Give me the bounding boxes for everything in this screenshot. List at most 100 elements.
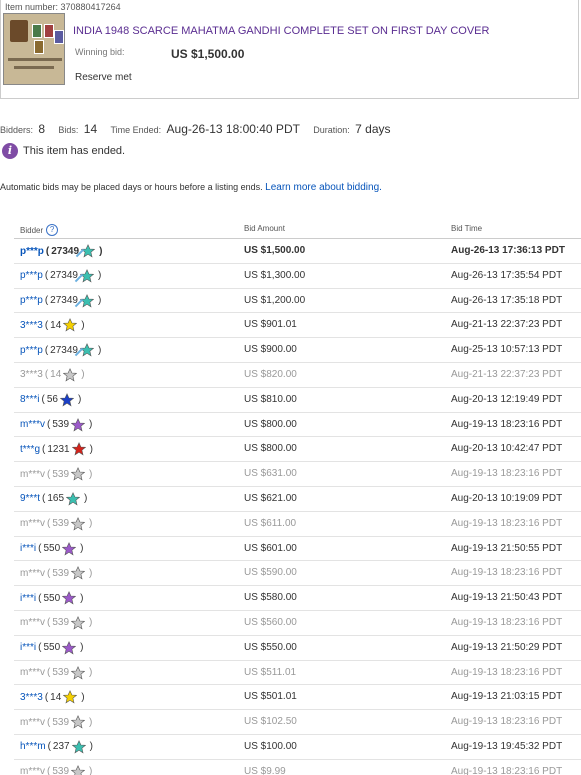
feedback-score[interactable]: 550	[43, 543, 60, 554]
feedback-score[interactable]: 539	[52, 568, 69, 579]
bid-amount: US $102.50	[244, 716, 297, 728]
feedback-score[interactable]: 539	[52, 766, 69, 775]
bidder-name[interactable]: i***i	[20, 543, 36, 554]
bidder-name[interactable]: m***v	[20, 568, 45, 579]
feedback-score[interactable]: 539	[52, 518, 69, 529]
table-row: 3***3(14) US $501.01 Aug-19-13 21:03:15 PD…	[14, 685, 581, 711]
feedback-score[interactable]: 539	[52, 667, 69, 678]
item-ended-notice: i This item has ended.	[2, 143, 125, 159]
star-icon[interactable]	[62, 541, 77, 556]
feedback-score[interactable]: 539	[52, 469, 69, 480]
automatic-bids-note: Automatic bids may be placed days or hou…	[0, 182, 382, 193]
feedback-score[interactable]: 237	[53, 741, 70, 752]
bidder-name[interactable]: i***i	[20, 642, 36, 653]
shooting-star-icon[interactable]	[75, 244, 96, 258]
feedback-score[interactable]: 27349	[50, 270, 78, 281]
feedback-score[interactable]: 165	[47, 493, 64, 504]
shooting-star-icon[interactable]	[74, 343, 94, 357]
star-icon[interactable]	[63, 368, 78, 382]
bidder-name[interactable]: m***v	[20, 617, 45, 628]
star-icon[interactable]	[62, 640, 77, 655]
bidder-name[interactable]: 8***i	[20, 394, 39, 405]
star-icon[interactable]	[71, 566, 86, 580]
star-icon[interactable]	[71, 616, 86, 630]
table-row: i***i(550) US $550.00 Aug-19-13 21:50:29 P…	[14, 636, 581, 661]
item-title-link[interactable]: INDIA 1948 SCARCE MAHATMA GANDHI COMPLET…	[73, 25, 489, 37]
bid-time: Aug-19-13 18:23:16 PDT	[451, 716, 563, 728]
bidder-name[interactable]: m***v	[20, 469, 45, 480]
bidder-cell: m***v(539)	[20, 516, 93, 531]
bid-amount: US $611.00	[244, 517, 297, 529]
bid-amount: US $501.01	[244, 691, 297, 703]
feedback-score[interactable]: 550	[43, 642, 60, 653]
bid-amount: US $560.00	[244, 616, 297, 628]
bidder-name[interactable]: 3***3	[20, 692, 43, 703]
feedback-score[interactable]: 14	[50, 692, 61, 703]
bid-amount: US $900.00	[244, 344, 297, 356]
star-icon[interactable]	[71, 665, 86, 680]
feedback-score[interactable]: 56	[47, 394, 58, 405]
bidder-cell: p***p(27349)	[20, 343, 102, 357]
star-icon[interactable]	[66, 492, 81, 506]
star-icon[interactable]	[71, 715, 86, 729]
bid-amount: US $810.00	[244, 393, 297, 405]
bidder-name[interactable]: p***p	[20, 345, 43, 356]
time-ended-label: Time Ended:	[110, 125, 162, 135]
feedback-score[interactable]: 14	[50, 320, 61, 331]
star-icon[interactable]	[71, 467, 86, 481]
star-icon[interactable]	[71, 740, 86, 754]
bidder-name[interactable]: p***p	[20, 295, 43, 306]
feedback-score[interactable]: 27349	[50, 295, 78, 306]
item-thumbnail[interactable]	[3, 13, 65, 85]
bidder-name[interactable]: p***p	[20, 246, 44, 257]
bid-time: Aug-20-13 12:19:49 PDT	[451, 393, 563, 405]
star-icon[interactable]	[63, 690, 78, 704]
star-icon[interactable]	[71, 417, 86, 432]
bid-amount: US $1,500.00	[244, 245, 306, 256]
table-row: m***v(539) US $102.50 Aug-19-13 18:23:16 P…	[14, 710, 581, 735]
feedback-score[interactable]: 550	[43, 593, 60, 604]
bidder-name[interactable]: p***p	[20, 270, 43, 281]
star-icon[interactable]	[71, 764, 86, 775]
shooting-star-icon[interactable]	[74, 293, 94, 308]
help-icon[interactable]: ?	[46, 224, 59, 236]
bidder-cell: 3***3(14)	[20, 690, 85, 704]
feedback-score[interactable]: 539	[52, 617, 69, 628]
bidder-name[interactable]: m***v	[20, 518, 45, 529]
feedback-score[interactable]: 539	[52, 717, 69, 728]
bidder-name[interactable]: 3***3	[20, 369, 43, 380]
bidder-name[interactable]: m***v	[20, 766, 45, 775]
feedback-score[interactable]: 1231	[47, 444, 69, 455]
bidders-label: Bidders:	[0, 125, 34, 135]
item-ended-text: This item has ended.	[23, 145, 126, 157]
bidder-name[interactable]: m***v	[20, 667, 45, 678]
star-icon[interactable]	[63, 318, 78, 332]
star-icon[interactable]	[62, 591, 77, 605]
bidder-name[interactable]: h***m	[20, 741, 46, 752]
feedback-score[interactable]: 539	[52, 419, 69, 430]
info-icon: i	[2, 143, 18, 159]
bidder-name[interactable]: i***i	[20, 593, 36, 604]
star-icon[interactable]	[59, 392, 74, 407]
table-row: i***i(550) US $601.00 Aug-19-13 21:50:55 P…	[14, 537, 581, 562]
bidder-cell: 3***3(14)	[20, 318, 85, 332]
bid-amount-column-header: Bid Amount	[244, 224, 285, 233]
bidder-name[interactable]: m***v	[20, 419, 45, 430]
star-icon[interactable]	[71, 516, 86, 531]
bidder-name[interactable]: 9***t	[20, 493, 40, 504]
feedback-score[interactable]: 14	[50, 369, 61, 380]
bidder-cell: h***m(237)	[20, 740, 93, 754]
bidder-cell: p***p(27349)	[20, 244, 103, 258]
bidder-cell: p***p(27349)	[20, 293, 102, 308]
bid-amount: US $901.01	[244, 319, 297, 331]
bidder-header-label: Bidder	[20, 225, 44, 235]
table-row: p***p(27349) US $1,300.00 Aug-26-13 17:35:…	[14, 264, 581, 289]
bidder-name[interactable]: m***v	[20, 717, 45, 728]
star-icon[interactable]	[71, 442, 86, 456]
bid-amount: US $800.00	[244, 443, 297, 455]
learn-more-bidding-link[interactable]: Learn more about bidding.	[265, 182, 382, 193]
bid-time: Aug-19-13 18:23:16 PDT	[451, 666, 563, 678]
bidder-name[interactable]: t***g	[20, 444, 40, 455]
bidder-name[interactable]: 3***3	[20, 320, 43, 331]
shooting-star-icon[interactable]	[74, 268, 94, 283]
